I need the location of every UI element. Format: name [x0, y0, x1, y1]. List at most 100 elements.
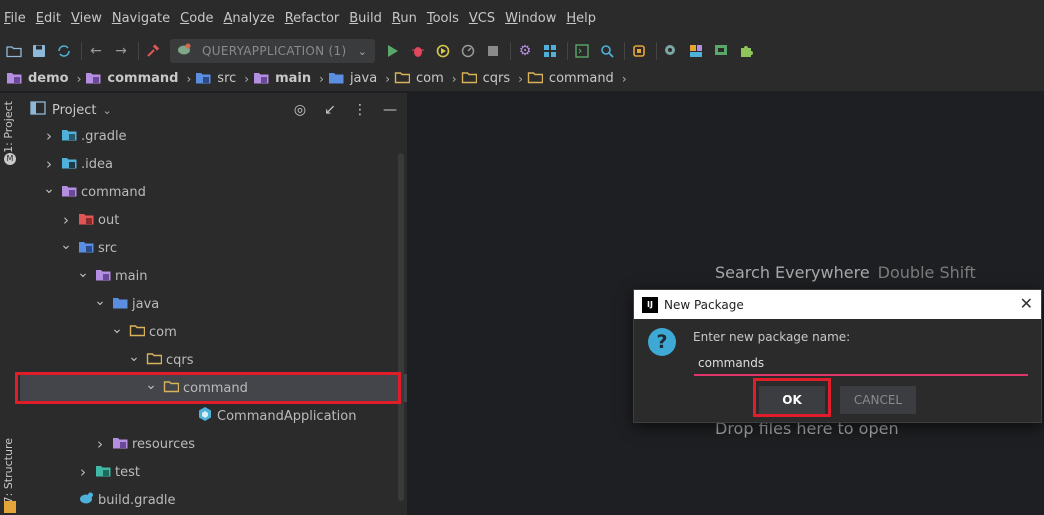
tree-node-src[interactable]: ⌄ src — [20, 234, 407, 262]
breadcrumb-main[interactable]: main — [253, 70, 311, 88]
menu-analyze[interactable]: Analyze — [223, 11, 281, 26]
chevron-right-icon[interactable]: › — [43, 127, 55, 145]
tree-scrollbar[interactable] — [398, 153, 404, 501]
run-configuration-selector[interactable]: QUERYAPPLICATION (1) ⌄ — [170, 39, 375, 63]
stop-icon[interactable] — [485, 43, 501, 59]
menu-help[interactable]: Help — [566, 11, 603, 26]
chevron-right-icon[interactable]: › — [43, 155, 55, 173]
plugin-chip-icon[interactable] — [631, 43, 647, 59]
tree-node-idea[interactable]: › .idea — [20, 150, 407, 178]
tree-node-main[interactable]: ⌄ main — [20, 262, 407, 290]
project-tool-tab[interactable]: 1: Project — [2, 101, 15, 153]
menu-edit[interactable]: Edit — [36, 11, 68, 26]
tree-node-label: resources — [132, 436, 196, 452]
menu-build[interactable]: Build — [349, 11, 389, 26]
chevron-down-icon[interactable]: ⌄ — [128, 349, 140, 365]
chevron-down-icon: ⌄ — [357, 44, 367, 58]
cancel-button[interactable]: CANCEL — [840, 386, 916, 414]
database-search-icon[interactable] — [663, 43, 679, 59]
chevron-down-icon[interactable]: ⌄ — [43, 181, 55, 197]
menu-window[interactable]: Window — [505, 11, 563, 26]
save-icon[interactable] — [31, 43, 47, 59]
menu-file[interactable]: File — [4, 11, 33, 26]
collapse-all-icon[interactable]: ↙ — [321, 101, 339, 119]
chevron-right-icon: › — [451, 71, 457, 86]
menu-vcs[interactable]: VCS — [469, 11, 502, 26]
menu-tools[interactable]: Tools — [427, 11, 466, 26]
package-icon — [461, 70, 477, 88]
search-icon[interactable] — [599, 43, 615, 59]
chevron-right-icon[interactable]: › — [60, 211, 72, 229]
chevron-down-icon[interactable]: ⌄ — [145, 377, 157, 393]
tree-node-gradle[interactable]: › .gradle — [20, 122, 407, 150]
menu-navigate[interactable]: Navigate — [112, 11, 177, 26]
chevron-right-icon[interactable]: › — [77, 463, 89, 481]
menu-refactor[interactable]: Refactor — [285, 11, 347, 26]
ok-button[interactable]: OK — [759, 386, 825, 414]
locate-target-icon[interactable]: ◎ — [291, 101, 309, 119]
tree-node-build-gradle[interactable]: build.gradle — [20, 486, 407, 514]
close-icon[interactable]: ✕ — [1020, 294, 1033, 313]
chevron-right-icon: › — [518, 71, 523, 86]
tree-node-com[interactable]: ⌄ com — [20, 318, 407, 346]
chevron-right-icon: › — [319, 71, 324, 86]
tree-node-label: main — [115, 268, 148, 284]
menu-run[interactable]: Run — [392, 11, 424, 26]
tree-node-cqrs[interactable]: ⌄ cqrs — [20, 346, 407, 374]
profiler-icon[interactable] — [460, 43, 476, 59]
hide-panel-icon[interactable]: — — [381, 101, 399, 119]
breadcrumb-cqrs[interactable]: cqrs — [461, 70, 510, 88]
breadcrumb-demo[interactable]: demo — [6, 70, 69, 88]
breadcrumb-command[interactable]: command — [85, 70, 178, 88]
tree-node-out[interactable]: › out — [20, 206, 407, 234]
open-folder-icon[interactable] — [6, 43, 22, 59]
tree-node-label: test — [115, 464, 140, 480]
puzzle-plugin-icon[interactable] — [738, 43, 754, 59]
breadcrumb-src[interactable]: src — [195, 70, 236, 88]
project-structure-icon[interactable] — [542, 43, 558, 59]
terminal-icon[interactable] — [574, 43, 590, 59]
breadcrumb-label: demo — [28, 71, 69, 86]
build-hammer-icon[interactable] — [145, 43, 161, 59]
project-panel-title[interactable]: Project — [52, 103, 96, 118]
chevron-right-icon[interactable]: › — [94, 435, 106, 453]
forward-arrow-icon[interactable]: → — [113, 43, 129, 59]
breadcrumb-com[interactable]: com — [394, 70, 444, 88]
tree-node-test[interactable]: › test — [20, 458, 407, 486]
package-name-input[interactable] — [694, 352, 1028, 376]
chevron-down-icon[interactable]: ⌄ — [102, 104, 111, 117]
breadcrumb-java[interactable]: java — [328, 70, 377, 88]
layout-blocks-icon[interactable] — [688, 43, 704, 59]
tree-node-java[interactable]: ⌄ java — [20, 290, 407, 318]
tree-node-command[interactable]: ⌄ command — [20, 374, 407, 402]
module-folder-icon — [85, 70, 101, 88]
coverage-icon[interactable] — [435, 43, 451, 59]
module-folder-icon — [61, 183, 77, 201]
more-options-icon[interactable]: ⋮ — [351, 101, 369, 119]
tree-node-command[interactable]: ⌄ command — [20, 178, 407, 206]
breadcrumb-label: java — [349, 71, 378, 86]
package-name-label: Enter new package name: — [693, 330, 851, 344]
back-arrow-icon[interactable]: ← — [88, 43, 104, 59]
menu-code[interactable]: Code — [180, 11, 220, 26]
ui-designer-icon[interactable] — [713, 43, 729, 59]
debug-bug-icon[interactable] — [410, 43, 426, 59]
settings-gear-icon[interactable]: ⚙ — [517, 43, 533, 59]
module-folder-icon — [253, 70, 269, 88]
sync-icon[interactable] — [56, 43, 72, 59]
structure-tool-tab[interactable]: 7: Structure — [2, 438, 15, 503]
chevron-down-icon[interactable]: ⌄ — [94, 293, 106, 309]
module-folder-icon — [95, 267, 111, 285]
run-icon[interactable] — [385, 43, 401, 59]
menu-view[interactable]: View — [71, 11, 109, 26]
breadcrumb-command[interactable]: command — [527, 70, 614, 88]
chevron-down-icon[interactable]: ⌄ — [60, 237, 72, 253]
tree-node-label: command — [183, 380, 248, 396]
tree-node-commandapplication[interactable]: CommandApplication — [20, 402, 407, 430]
chevron-down-icon[interactable]: ⌄ — [111, 321, 123, 337]
toolbar-separator — [510, 42, 511, 60]
run-configuration-label: QUERYAPPLICATION (1) — [202, 44, 347, 58]
chevron-down-icon[interactable]: ⌄ — [77, 265, 89, 281]
search-everywhere-hint: Search Everywhere Double Shift — [715, 263, 976, 282]
tree-node-resources[interactable]: › resources — [20, 430, 407, 458]
